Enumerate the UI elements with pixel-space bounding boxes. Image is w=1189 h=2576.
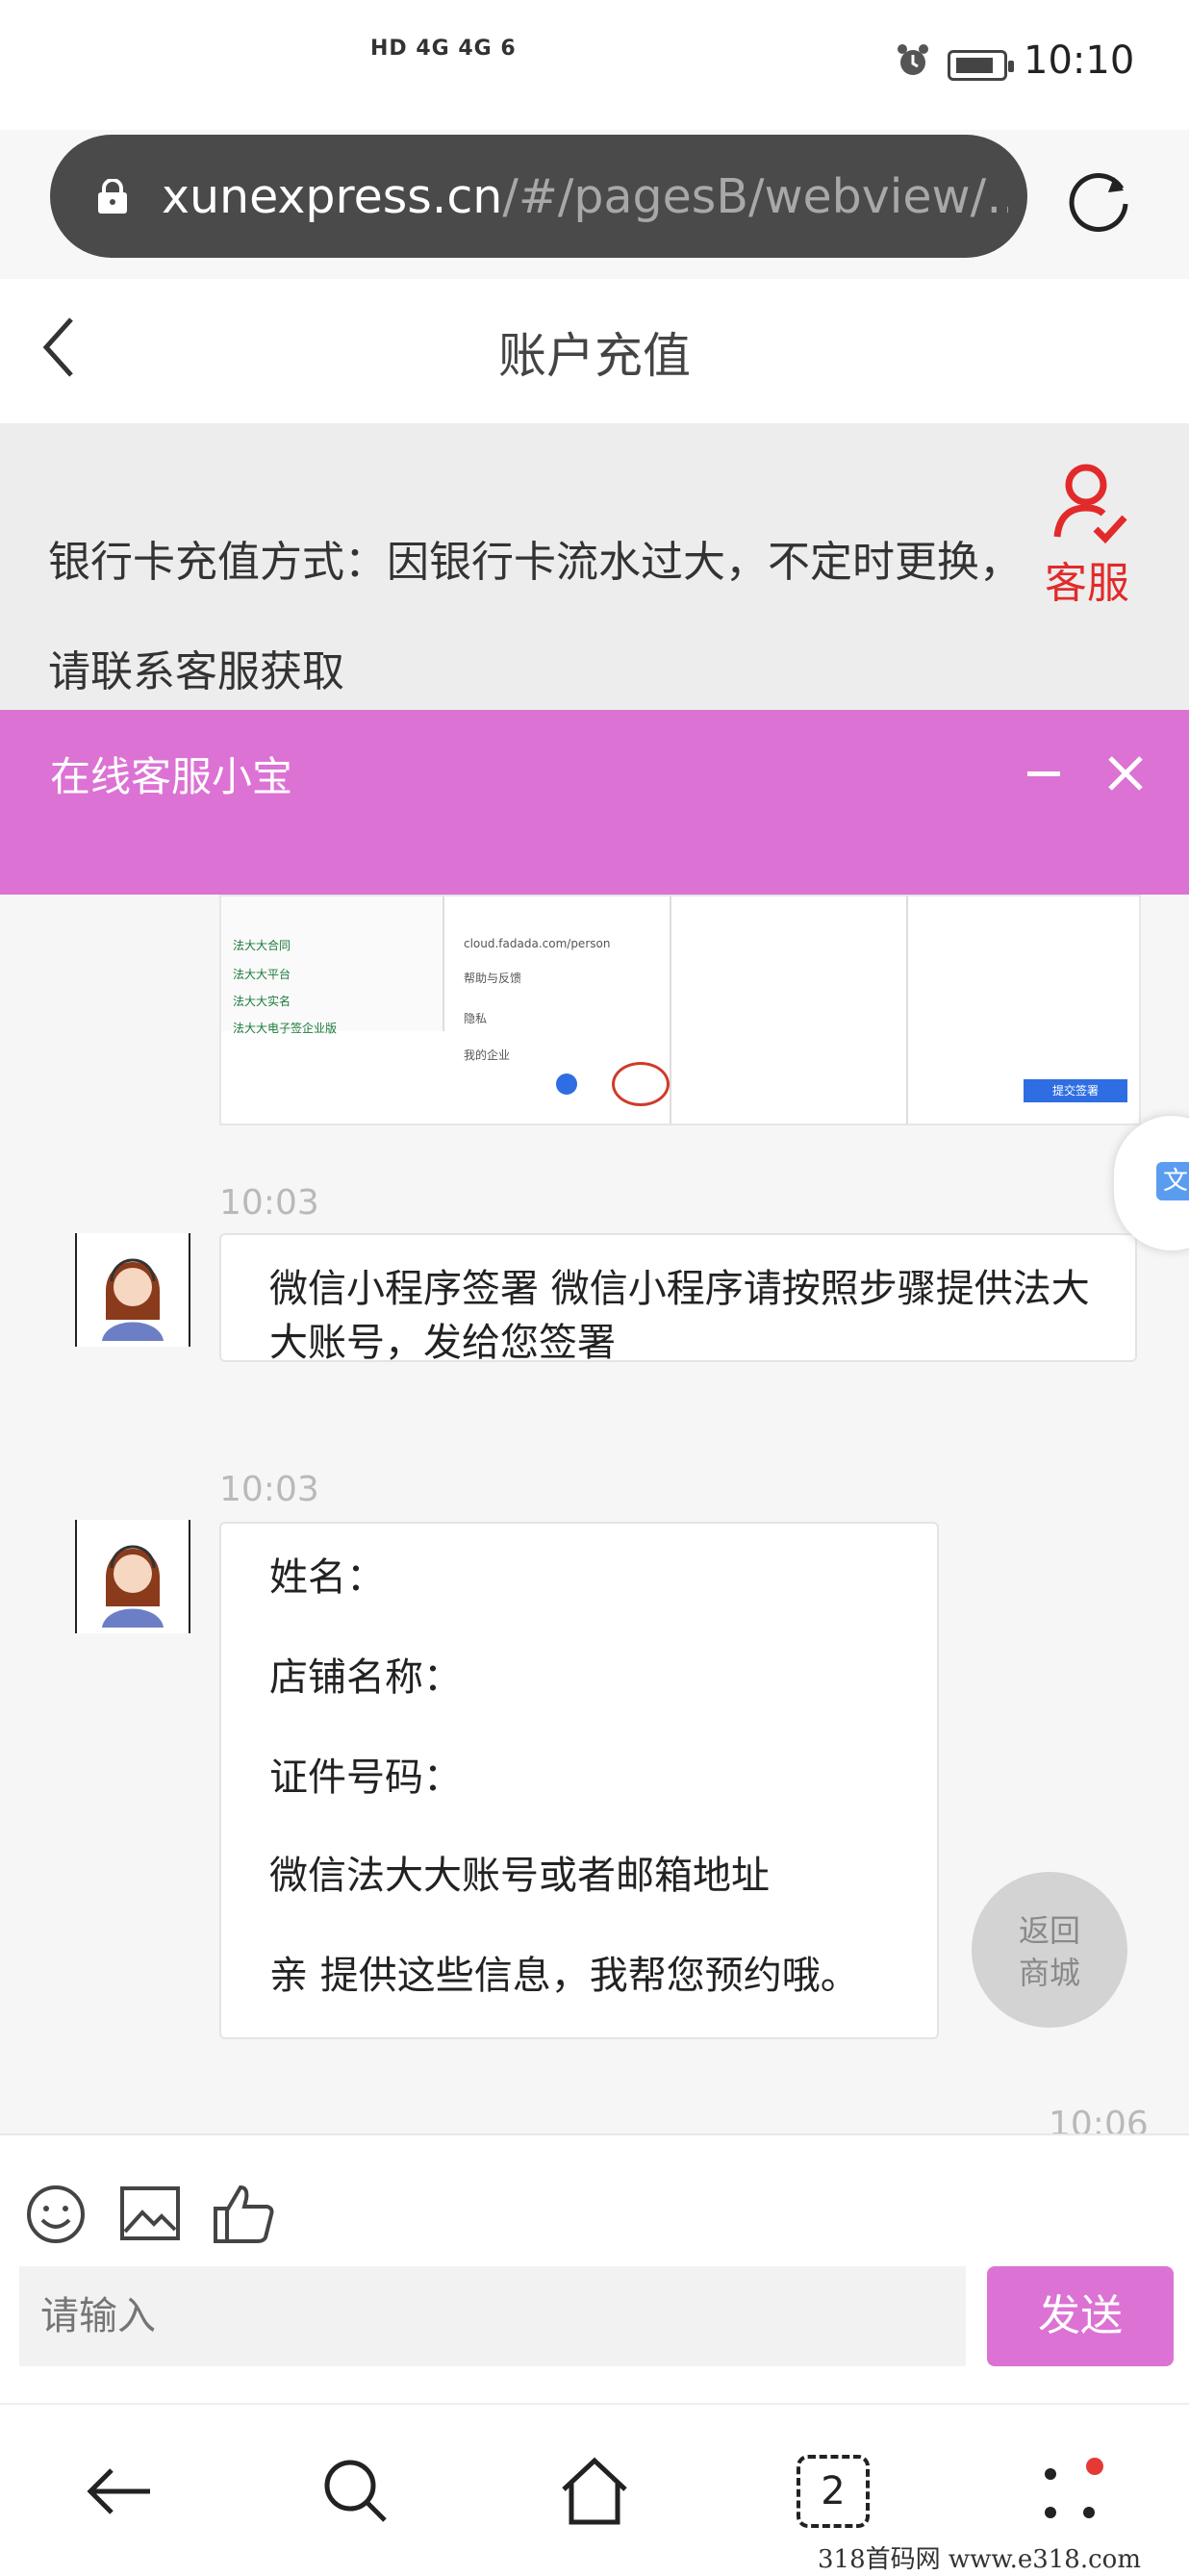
- screenshot-submit: 提交签署: [1024, 1079, 1127, 1102]
- customer-service-button[interactable]: 客服: [1034, 460, 1140, 614]
- form-line-store: 店铺名称：: [269, 1655, 462, 1700]
- screenshot-row: 法大大电子签企业版: [233, 1022, 338, 1035]
- address-bar[interactable]: xunexpress.cn/#/pagesB/webview/…: [50, 135, 1027, 258]
- message-time: 10:03: [219, 1183, 319, 1223]
- more-menu-icon[interactable]: [1035, 2455, 1108, 2528]
- url-text[interactable]: xunexpress.cn/#/pagesB/webview/…: [162, 169, 1008, 224]
- message-time: 10:06: [1049, 2105, 1149, 2135]
- image-message[interactable]: 法大大合同 法大大平台 法大大实名 法大大电子签企业版 cloud.fadada…: [219, 895, 1141, 1125]
- message-input-area: 发送: [0, 2134, 1189, 2405]
- battery-icon: [948, 50, 1014, 81]
- agent-avatar-icon: [102, 1258, 164, 1341]
- page-title: 账户充值: [498, 328, 691, 384]
- message-text: 微信小程序签署 微信小程序请按照步骤提供法大大账号，发给您签署: [269, 1267, 1090, 1365]
- clock: 10:10: [1024, 38, 1135, 83]
- emoji-icon[interactable]: [25, 2184, 87, 2245]
- screenshot-panel-3: 提交签署: [906, 897, 1139, 1124]
- alarm-icon: [898, 44, 928, 75]
- form-line-name: 姓名：: [269, 1555, 385, 1600]
- url-host: xunexpress.cn: [162, 169, 503, 224]
- return-label-2: 商城: [1018, 1955, 1080, 1991]
- tabs-button[interactable]: 2: [797, 2455, 870, 2528]
- service-person-icon: [1053, 464, 1127, 544]
- form-line-closing: 亲 提供这些信息，我帮您预约哦。: [269, 1954, 859, 1998]
- red-circle-annotation: [612, 1062, 670, 1106]
- home-icon[interactable]: [558, 2455, 631, 2528]
- back-icon[interactable]: [83, 2455, 156, 2528]
- return-label-1: 返回: [1018, 1912, 1080, 1949]
- translate-icon: 文: [1156, 1162, 1189, 1200]
- thumbs-up-icon[interactable]: [212, 2182, 275, 2245]
- notice-line-2: 请联系客服获取: [48, 647, 344, 696]
- form-line-account: 微信法大大账号或者邮箱地址: [269, 1854, 770, 1898]
- signal-indicators: HD 4G 4G 6: [370, 37, 517, 61]
- plus-icon: [556, 1073, 577, 1095]
- notice-line-1: 银行卡充值方式：因银行卡流水过大，不定时更换，: [48, 538, 1022, 587]
- watermark: 318首码网 www.e318.com: [818, 2545, 1141, 2574]
- page-header: 账户充值: [0, 279, 1189, 423]
- screenshot-url: cloud.fadada.com/person: [464, 937, 611, 950]
- screenshot-panel-1: 法大大合同 法大大平台 法大大实名 法大大电子签企业版: [221, 897, 444, 1035]
- screenshot-row: 法大大实名: [233, 995, 291, 1008]
- agent-avatar-icon: [102, 1545, 164, 1628]
- message-input[interactable]: [19, 2266, 966, 2366]
- message-bubble: 微信小程序签署 微信小程序请按照步骤提供法大大账号，发给您签署: [219, 1233, 1137, 1365]
- chat-title: 在线客服小宝: [50, 753, 293, 800]
- recharge-notice: 银行卡充值方式：因银行卡流水过大，不定时更换， 请联系客服获取: [0, 423, 1189, 712]
- service-label: 客服: [1045, 559, 1129, 608]
- lock-icon: [98, 179, 127, 214]
- send-button[interactable]: 发送: [987, 2266, 1174, 2366]
- message-bubble: 姓名： 店铺名称： 证件号码： 微信法大大账号或者邮箱地址 亲 提供这些信息，我…: [219, 1522, 939, 2039]
- reload-icon[interactable]: [1066, 165, 1133, 233]
- image-icon[interactable]: [119, 2185, 181, 2241]
- chat-window-header: 在线客服小宝: [0, 710, 1189, 895]
- screenshot-panel-2: cloud.fadada.com/person 帮助与反馈 隐私 我的企业: [450, 897, 671, 1124]
- screenshot-row: 法大大平台: [233, 968, 291, 981]
- message-time: 10:03: [219, 1470, 319, 1509]
- form-line-id: 证件号码：: [269, 1755, 462, 1800]
- status-bar: HD 4G 4G 6 10:10: [0, 0, 1189, 130]
- url-path: /#/pagesB/webview/…: [502, 169, 1008, 224]
- avatar: [75, 1233, 190, 1347]
- screenshot-menu: 帮助与反馈: [464, 972, 522, 985]
- avatar: [75, 1520, 190, 1633]
- return-to-mall-button[interactable]: 返回 商城: [972, 1872, 1127, 2028]
- search-icon[interactable]: [319, 2455, 392, 2528]
- screenshot-row: 法大大合同: [233, 939, 291, 952]
- screenshot-menu: 隐私: [464, 1012, 488, 1025]
- screenshot-menu: 我的企业: [464, 1048, 511, 1062]
- minimize-icon[interactable]: [1027, 771, 1060, 776]
- close-icon[interactable]: [1106, 754, 1145, 793]
